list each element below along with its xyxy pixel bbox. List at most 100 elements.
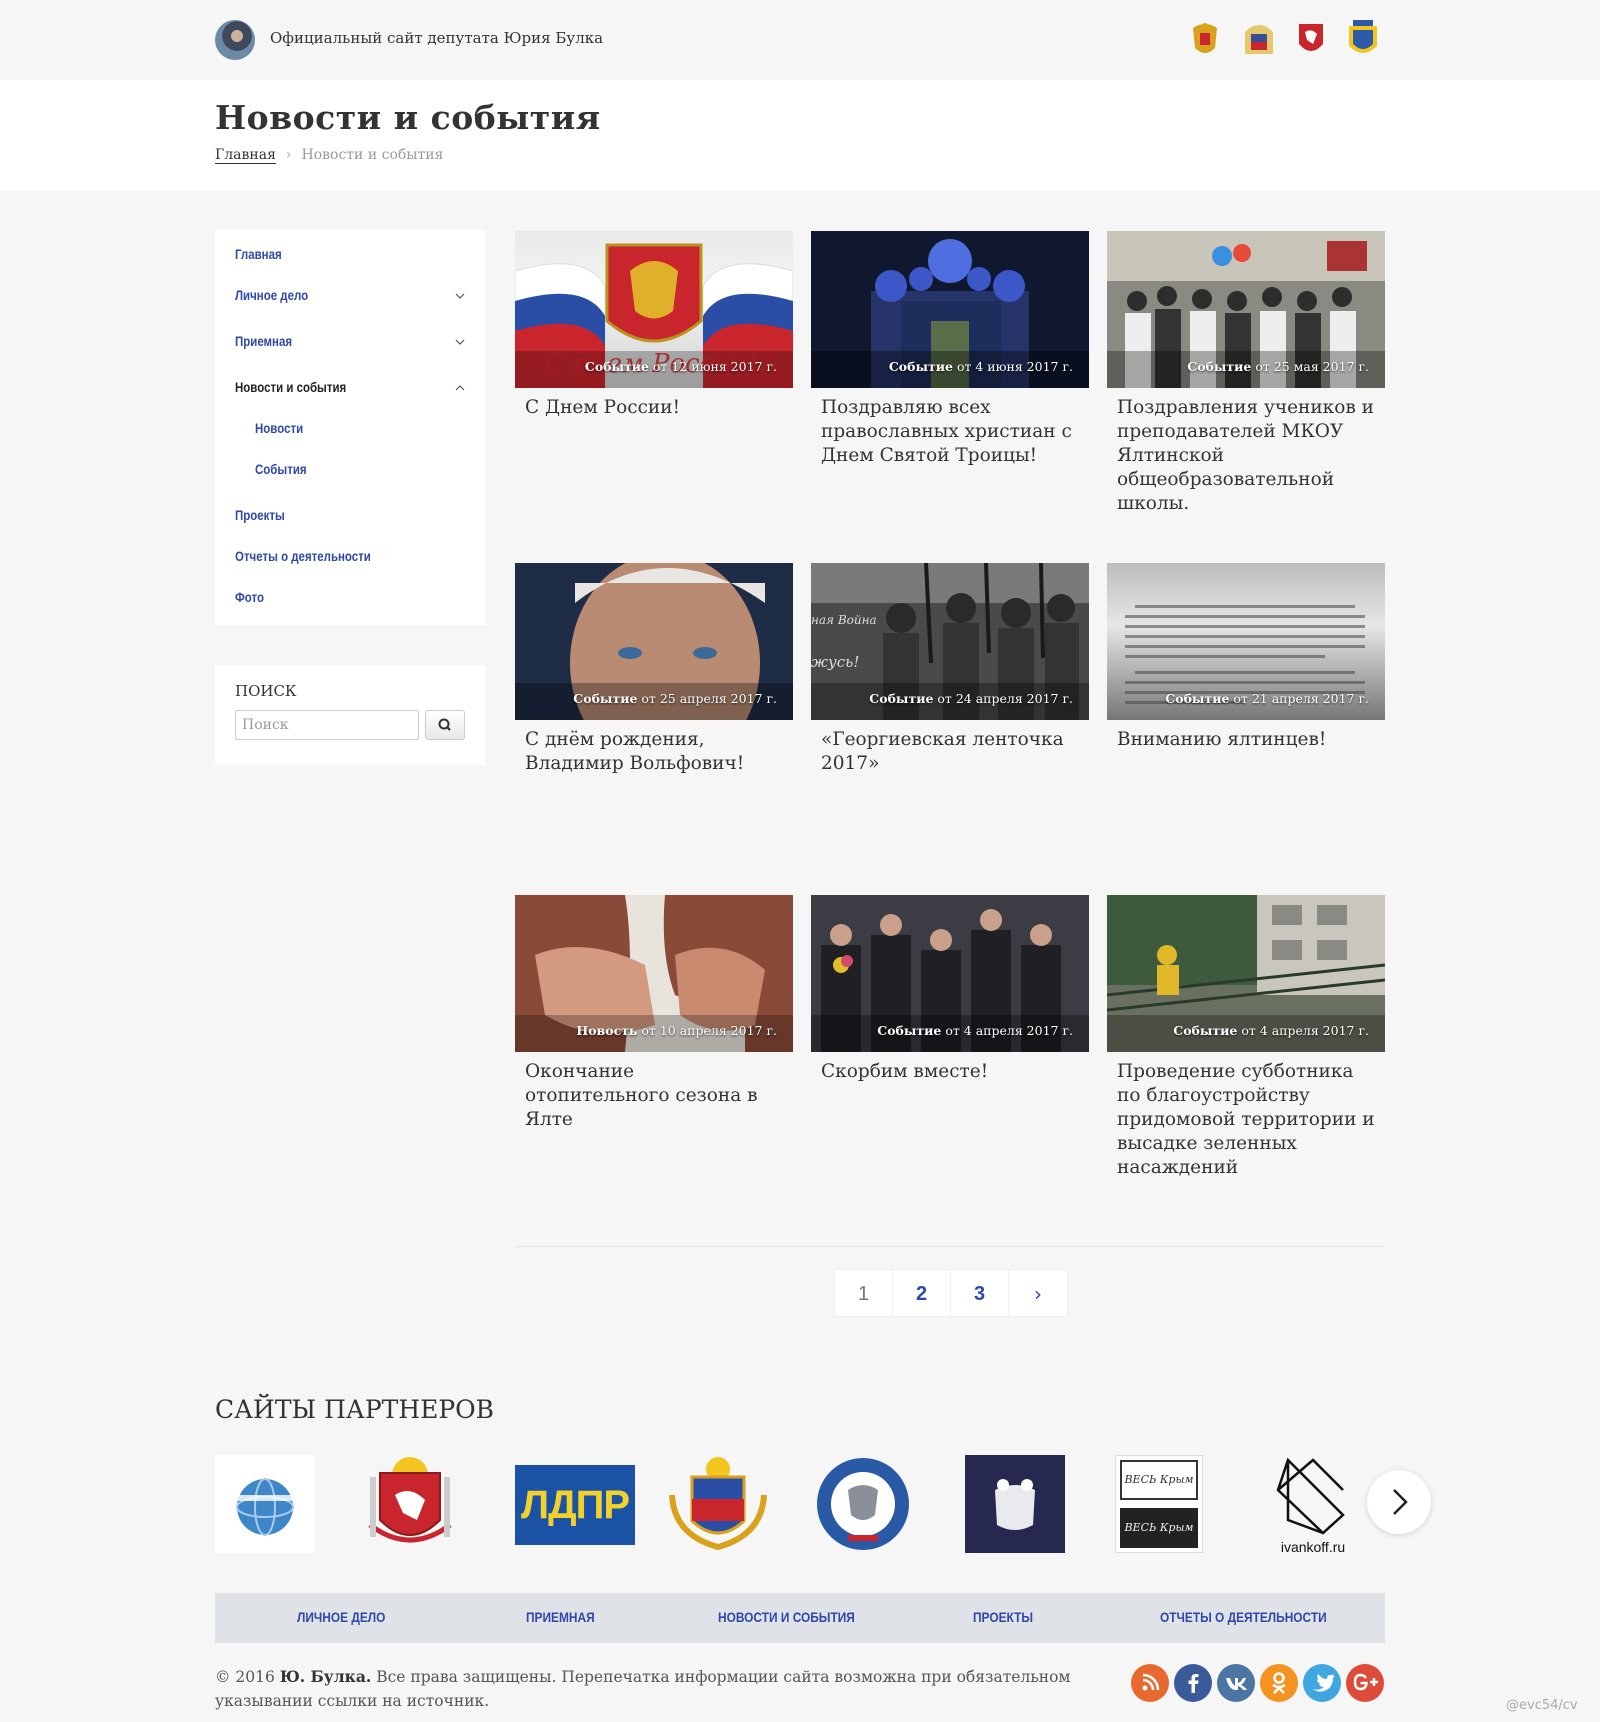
footer-link-personal-file[interactable]: ЛИЧНОЕ ДЕЛО <box>297 1609 385 1625</box>
carousel-next-button[interactable] <box>1367 1470 1431 1534</box>
news-card[interactable]: С днем России! Событие от 12 июня 2017 г… <box>515 231 793 420</box>
footer-link-reports[interactable]: ОТЧЕТЫ О ДЕЯТЕЛЬНОСТИ <box>1160 1609 1327 1625</box>
card-image[interactable]: Событие от 4 апреля 2017 г. <box>811 895 1089 1052</box>
crimea-coat-of-arms-icon[interactable] <box>1291 18 1331 62</box>
ldpr-emblem-icon[interactable] <box>1343 18 1383 62</box>
vk-icon[interactable] <box>1217 1664 1255 1702</box>
card-date: от 25 апреля 2017 г. <box>641 691 777 706</box>
sidebar-item-photo[interactable]: Фото <box>235 589 264 605</box>
russia-coat-of-arms-icon[interactable] <box>1185 18 1225 62</box>
yalta-coat-of-arms-icon[interactable] <box>1239 18 1279 62</box>
card-image[interactable]: Событие от 4 июня 2017 г. <box>811 231 1089 388</box>
ivankoff-mark-icon <box>1276 1457 1345 1535</box>
breadcrumb: Главная › Новости и события <box>215 147 443 164</box>
search-input[interactable] <box>235 710 419 740</box>
card-image[interactable]: Событие от 21 апреля 2017 г. <box>1107 563 1385 720</box>
tax-service-logo[interactable] <box>813 1455 913 1553</box>
card-image[interactable]: Событие от 25 апреля 2017 г. <box>515 563 793 720</box>
footer-link-projects[interactable]: ПРОЕКТЫ <box>973 1609 1033 1625</box>
card-title[interactable]: С Днем России! <box>515 388 793 420</box>
news-card[interactable]: Событие от 25 апреля 2017 г. С днём рожд… <box>515 563 793 776</box>
card-type: Событие <box>1187 359 1252 374</box>
search-button[interactable] <box>425 710 465 740</box>
page-3[interactable]: 3 <box>951 1270 1009 1318</box>
site-title[interactable]: Официальный сайт депутата Юрия Булка <box>270 29 603 47</box>
news-card[interactable]: Новость от 10 апреля 2017 г. Окончание о… <box>515 895 793 1132</box>
search-title: ПОИСК <box>235 682 297 700</box>
sidebar-menu: Главная Личное дело Приемная Новости и с… <box>215 230 485 625</box>
news-card[interactable]: Событие от 4 апреля 2017 г. Скорбим вмес… <box>811 895 1089 1084</box>
card-title[interactable]: Скорбим вместе! <box>811 1052 1089 1084</box>
footer-link-news-events[interactable]: НОВОСТИ И СОБЫТИЯ <box>718 1609 855 1625</box>
card-title[interactable]: Поздравления учеников и преподавателей М… <box>1107 388 1385 516</box>
ves-krym-logo-text: ВЕСЬ Крым <box>1120 1460 1198 1500</box>
card-type: Событие <box>877 1023 942 1038</box>
card-title[interactable]: Проведение субботника по благоустройству… <box>1107 1052 1385 1180</box>
chevron-up-icon[interactable] <box>455 383 465 393</box>
card-image[interactable]: Новость от 10 апреля 2017 г. <box>515 895 793 1052</box>
deputy-avatar[interactable] <box>215 20 255 60</box>
sidebar-item-reports[interactable]: Отчеты о деятельности <box>235 548 371 564</box>
card-title[interactable]: «Георгиевская ленточка 2017» <box>811 720 1089 776</box>
page-2[interactable]: 2 <box>893 1270 951 1318</box>
sidebar-item-news-events[interactable]: Новости и события <box>235 379 346 395</box>
ivankoff-label: ivankoff.ru <box>1280 1539 1346 1555</box>
card-meta: Событие от 4 июня 2017 г. <box>889 359 1073 374</box>
card-image[interactable]: ная Война жусь! Событие от 24 апреля 201… <box>811 563 1089 720</box>
sidebar-item-personal-file[interactable]: Личное дело <box>235 287 308 303</box>
double-headed-eagle-icon <box>995 1479 1035 1530</box>
news-card[interactable]: ная Война жусь! Событие от 24 апреля 201… <box>811 563 1089 776</box>
news-card[interactable]: Событие от 4 июня 2017 г. Поздравляю все… <box>811 231 1089 468</box>
card-type: Событие <box>584 359 649 374</box>
card-date: от 10 апреля 2017 г. <box>641 1023 777 1038</box>
yalta-logo[interactable] <box>664 1455 772 1553</box>
card-type: Событие <box>888 359 953 374</box>
breadcrumb-home-link[interactable]: Главная <box>215 147 276 164</box>
ldpr-logo[interactable]: ЛДПР <box>515 1465 635 1545</box>
sidebar-item-reception[interactable]: Приемная <box>235 333 292 349</box>
card-image[interactable]: Событие от 4 апреля 2017 г. <box>1107 895 1385 1052</box>
card-date: от 24 апреля 2017 г. <box>937 691 1073 706</box>
card-type: Событие <box>1165 691 1230 706</box>
pagination: 1 2 3 › <box>834 1269 1068 1318</box>
card-title[interactable]: Окончание отопительного сезона в Ялте <box>515 1052 793 1132</box>
chevron-right-icon <box>1393 1489 1408 1515</box>
card-title[interactable]: Вниманию ялтинцев! <box>1107 720 1385 752</box>
crimean-sputnik-logo[interactable] <box>215 1455 315 1553</box>
divider <box>515 1246 1385 1247</box>
russian-government-logo[interactable] <box>965 1455 1065 1553</box>
facebook-icon[interactable] <box>1174 1664 1212 1702</box>
news-card[interactable]: Событие от 4 апреля 2017 г. Проведение с… <box>1107 895 1385 1180</box>
copyright: © 2016 Ю. Булка. Все права защищены. Пер… <box>215 1665 1115 1713</box>
google-plus-icon[interactable] <box>1346 1664 1384 1702</box>
news-card[interactable]: Событие от 25 мая 2017 г. Поздравления у… <box>1107 231 1385 516</box>
breadcrumb-separator-icon: › <box>285 147 292 163</box>
card-image[interactable]: С днем России! Событие от 12 июня 2017 г… <box>515 231 793 388</box>
twitter-icon[interactable] <box>1303 1664 1341 1702</box>
ves-krym-logo[interactable]: ВЕСЬ Крым ВЕСЬ Крым <box>1115 1455 1203 1553</box>
partners-title: САЙТЫ ПАРТНЕРОВ <box>215 1395 495 1424</box>
sidebar-item-news[interactable]: Новости <box>255 420 303 436</box>
card-type: Событие <box>869 691 934 706</box>
chevron-down-icon[interactable] <box>455 337 465 347</box>
page-title: Новости и события <box>215 98 601 137</box>
page-1[interactable]: 1 <box>835 1270 893 1318</box>
chevron-down-icon[interactable] <box>455 291 465 301</box>
card-image[interactable]: Событие от 25 мая 2017 г. <box>1107 231 1385 388</box>
next-page-icon[interactable]: › <box>1009 1270 1067 1318</box>
card-type: Событие <box>573 691 638 706</box>
sidebar-item-projects[interactable]: Проекты <box>235 507 285 523</box>
footer-link-reception[interactable]: ПРИЕМНАЯ <box>526 1609 595 1625</box>
news-card[interactable]: Событие от 21 апреля 2017 г. Вниманию ял… <box>1107 563 1385 752</box>
card-title[interactable]: Поздравляю всех православных христиан с … <box>811 388 1089 468</box>
watermark: @evc54/cv <box>1506 1698 1578 1713</box>
sidebar-item-home[interactable]: Главная <box>235 246 282 262</box>
odnoklassniki-icon[interactable] <box>1260 1664 1298 1702</box>
ivankoff-logo[interactable]: ivankoff.ru <box>1268 1455 1358 1555</box>
sidebar-item-events[interactable]: События <box>255 461 307 477</box>
card-date: от 21 апреля 2017 г. <box>1233 691 1369 706</box>
crimea-republic-logo[interactable] <box>365 1455 455 1553</box>
card-meta: Событие от 24 апреля 2017 г. <box>869 691 1073 706</box>
card-title[interactable]: С днём рождения, Владимир Вольфович! <box>515 720 793 776</box>
rss-icon[interactable] <box>1131 1664 1169 1702</box>
